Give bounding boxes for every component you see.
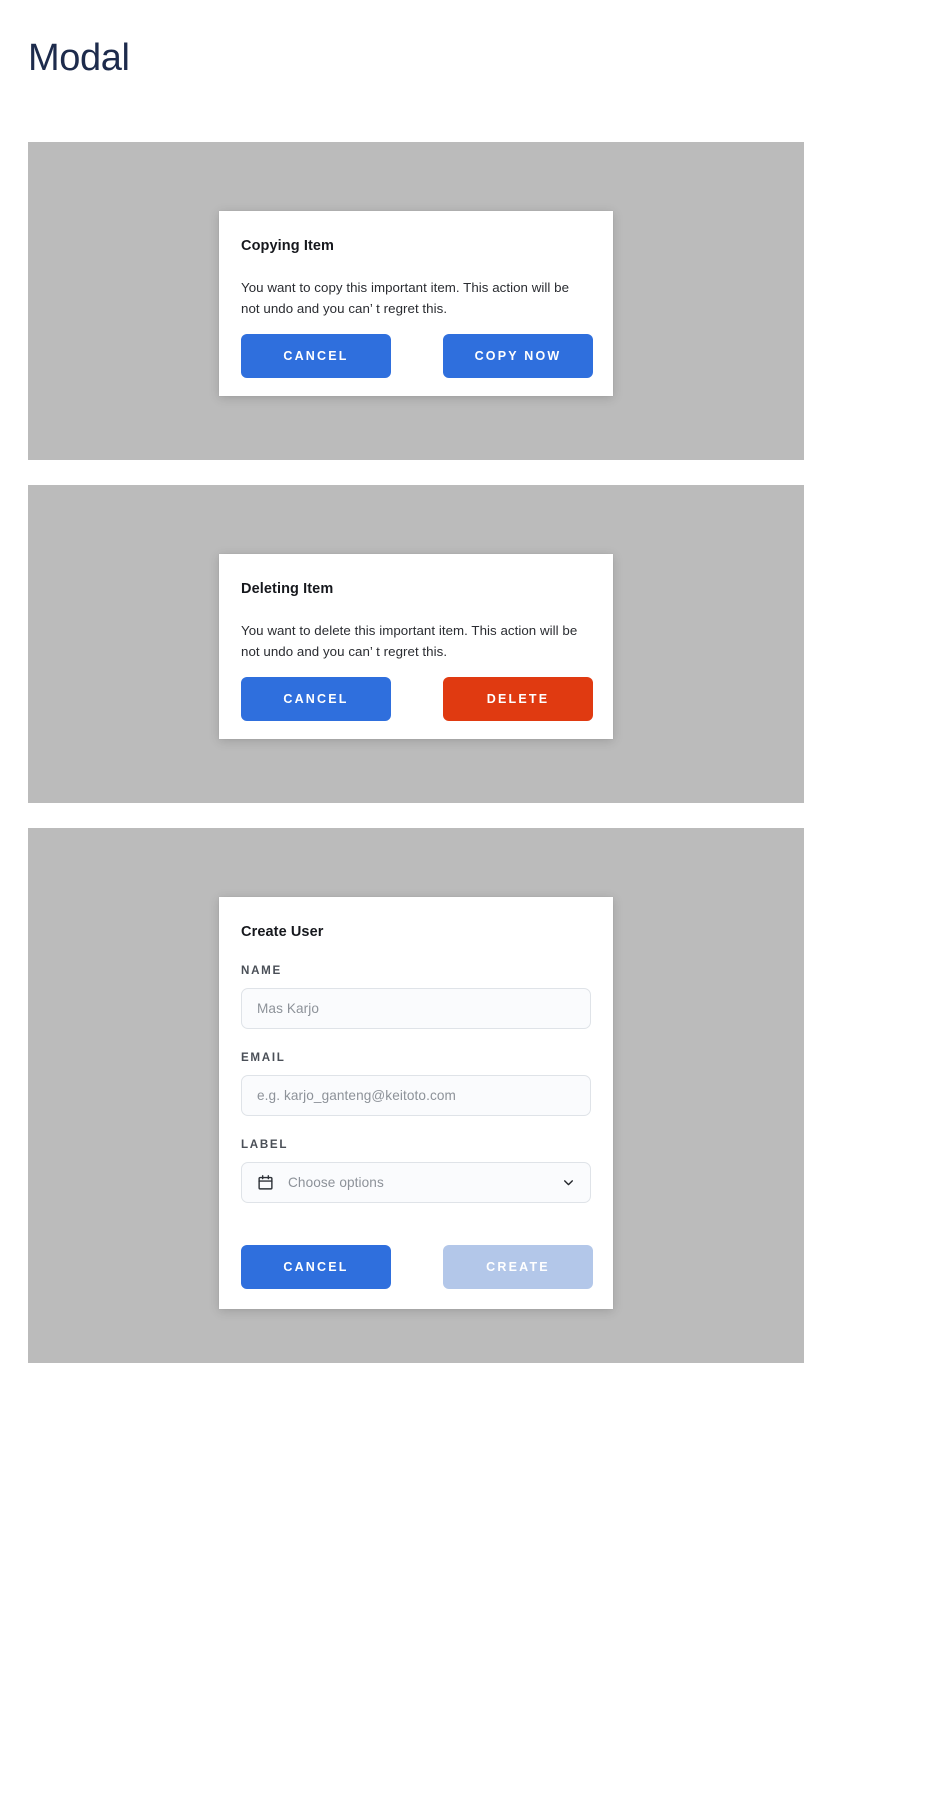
modal-content: Deleting Item You want to delete this im… (219, 554, 613, 662)
modal-copying-item: Copying Item You want to copy this impor… (219, 211, 613, 396)
cancel-button[interactable]: CANCEL (241, 334, 391, 378)
name-field-label: NAME (241, 963, 282, 977)
label-select[interactable]: Choose options (241, 1161, 591, 1203)
field-name: NAME (241, 964, 591, 1029)
chevron-down-icon[interactable] (562, 1176, 575, 1189)
cancel-button[interactable]: CANCEL (241, 1245, 391, 1289)
modal-actions: CANCEL COPY NOW (241, 334, 613, 378)
modal-title: Deleting Item (241, 581, 334, 597)
delete-button[interactable]: DELETE (443, 677, 593, 721)
modal-stage-copying: Copying Item You want to copy this impor… (28, 142, 804, 460)
modal-content: Copying Item You want to copy this impor… (219, 211, 613, 319)
modal-deleting-item: Deleting Item You want to delete this im… (219, 554, 613, 739)
label-field-label: LABEL (241, 1137, 289, 1151)
field-label-select: LABEL Choose options (241, 1138, 591, 1203)
modal-body-text: You want to copy this important item. Th… (241, 279, 570, 316)
email-field-label: EMAIL (241, 1050, 286, 1064)
modal-actions: CANCEL CREATE (241, 1245, 593, 1289)
modal-title: Create User (241, 924, 324, 940)
modal-content: Create User NAME EMAIL LABEL (219, 897, 613, 1203)
modal-create-user: Create User NAME EMAIL LABEL (219, 897, 613, 1309)
name-input-wrapper[interactable] (241, 987, 591, 1029)
field-email: EMAIL (241, 1051, 591, 1116)
name-input[interactable] (257, 1000, 575, 1016)
label-select-value: Choose options (288, 1174, 384, 1190)
copy-now-button[interactable]: COPY NOW (443, 334, 593, 378)
modal-actions: CANCEL DELETE (241, 677, 613, 721)
cancel-button[interactable]: CANCEL (241, 677, 391, 721)
calendar-icon (257, 1174, 274, 1191)
email-input[interactable] (257, 1087, 575, 1103)
email-input-wrapper[interactable] (241, 1074, 591, 1116)
modal-stage-deleting: Deleting Item You want to delete this im… (28, 485, 804, 803)
modal-title: Copying Item (241, 238, 335, 254)
page-title: Modal (28, 37, 130, 79)
modal-body-text: You want to delete this important item. … (241, 622, 578, 659)
modal-stage-create-user: Create User NAME EMAIL LABEL (28, 828, 804, 1363)
create-button[interactable]: CREATE (443, 1245, 593, 1289)
